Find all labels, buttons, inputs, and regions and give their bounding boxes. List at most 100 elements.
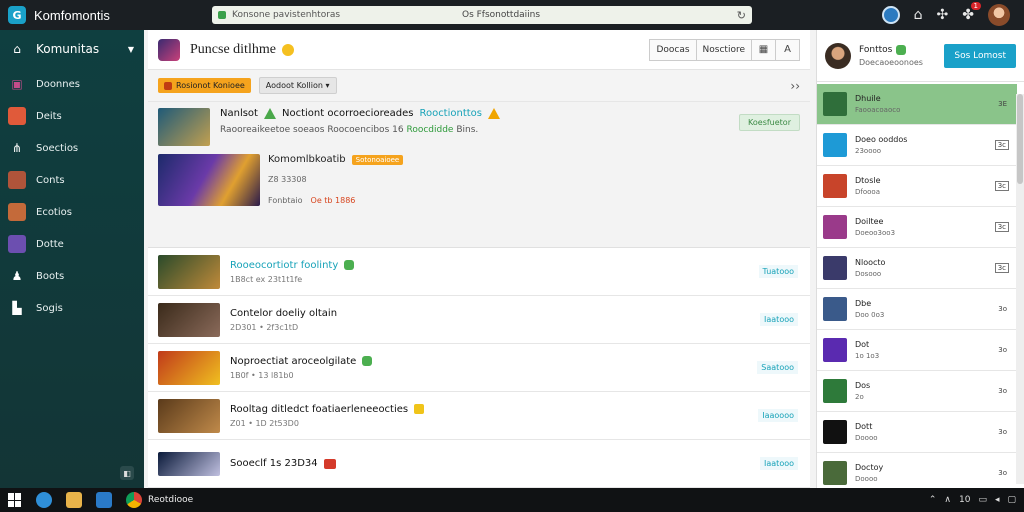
- friend-count[interactable]: 3o: [996, 428, 1009, 436]
- edge-icon[interactable]: [36, 492, 52, 508]
- grid-icon[interactable]: ▦: [752, 38, 776, 61]
- sidebar-item-label: Soectios: [36, 142, 79, 154]
- sidebar-item[interactable]: Deits: [0, 100, 144, 132]
- sidebar-item[interactable]: ▙ Sogis: [0, 292, 144, 324]
- scrollbar-thumb[interactable]: [1017, 94, 1023, 184]
- user-avatar[interactable]: [988, 4, 1010, 26]
- app-logo: G: [8, 6, 26, 24]
- featured-banner[interactable]: [158, 154, 260, 206]
- friend-status: Doooo: [855, 434, 878, 442]
- segment-button-1[interactable]: Doocas: [649, 38, 697, 61]
- expand-icon[interactable]: ››: [790, 79, 800, 93]
- post-title[interactable]: Rooltag ditledct foatiaerleneeocties: [230, 404, 408, 415]
- friend-count[interactable]: 3c: [994, 263, 1009, 273]
- start-icon[interactable]: [8, 493, 22, 507]
- sidebar-item[interactable]: Conts: [0, 164, 144, 196]
- profile-name[interactable]: Fonttos: [859, 45, 892, 55]
- featured-link[interactable]: Rooctionttos: [419, 108, 482, 119]
- post-thumbnail[interactable]: [158, 302, 220, 337]
- post-title[interactable]: Rooeocortiotr foolinty: [230, 260, 338, 271]
- collapse-icon[interactable]: ◧: [120, 466, 134, 480]
- network-icon[interactable]: ▭: [978, 495, 987, 505]
- friend-name: Doctoy: [855, 463, 884, 472]
- right-panel: Fonttos Doecaoeoonoes Sos Lomost Dhuile F…: [816, 30, 1024, 494]
- chevron-down-icon[interactable]: ▼: [128, 45, 134, 54]
- post-title[interactable]: Noproectiat aroceolgilate: [230, 356, 356, 367]
- friend-item[interactable]: Dbe Doo 0o3 3o: [817, 289, 1017, 330]
- friend-count[interactable]: 3E: [996, 100, 1009, 108]
- friend-item[interactable]: Dhuile Faooacoaoco 3E: [817, 84, 1017, 125]
- left-sidebar: ⌂ Komunitas ▼ ▣ Doonnes Deits ⋔ Soectios Cont…: [0, 30, 144, 488]
- store-icon[interactable]: [96, 492, 112, 508]
- featured-thumbnail[interactable]: [158, 108, 210, 146]
- sort-dropdown[interactable]: Aodoot Kollion ▾: [258, 77, 337, 94]
- post-tag[interactable]: Tuatooo: [758, 265, 798, 278]
- friends-icon[interactable]: ✤ 1: [962, 2, 981, 23]
- post-thumbnail[interactable]: [158, 254, 220, 289]
- friend-item[interactable]: Dot 1o 1o3 3o: [817, 330, 1017, 371]
- post-tag[interactable]: Iaaoooo: [758, 409, 798, 422]
- address-bar[interactable]: Konsone pavistenhtoras Os Ffsonottdaiins…: [212, 6, 752, 24]
- featured-desc-green[interactable]: Roocdidde: [406, 125, 453, 135]
- post-tag[interactable]: Iaatooo: [760, 457, 798, 470]
- puzzle-icon[interactable]: ✣: [937, 7, 949, 23]
- folder-icon[interactable]: [66, 492, 82, 508]
- post-row[interactable]: Rooeocortiotr foolinty 1B8ct ex 23t1t1fe T…: [148, 248, 810, 296]
- post-row[interactable]: Noproectiat aroceolgilate 1B0f • 13 l81b0…: [148, 344, 810, 392]
- featured-action-button[interactable]: Koesfuetor: [739, 114, 800, 131]
- volume-icon[interactable]: ◂: [995, 495, 1000, 505]
- friend-item[interactable]: Doiltee Doeoo3oo3 3c: [817, 207, 1017, 248]
- reload-icon[interactable]: ↻: [737, 9, 746, 22]
- friend-count[interactable]: 3o: [996, 346, 1009, 354]
- friend-count[interactable]: 3c: [994, 222, 1009, 232]
- game-avatar-icon: [8, 171, 26, 189]
- font-icon[interactable]: A: [776, 38, 800, 61]
- post-tag[interactable]: Saatooo: [757, 361, 798, 374]
- friend-item[interactable]: Dtosle Dfoooa 3c: [817, 166, 1017, 207]
- post-row[interactable]: Sooeclf 1s 23D34 Iaatooo: [148, 440, 810, 488]
- friend-item[interactable]: Nloocto Dosooo 3c: [817, 248, 1017, 289]
- sidebar-item[interactable]: Ecotios: [0, 196, 144, 228]
- chevron-up-icon[interactable]: ⌃: [929, 495, 937, 505]
- header-actions: Doocas Nosctiore ▦ A: [649, 38, 800, 61]
- post-row[interactable]: Rooltag ditledct foatiaerleneeocties Z01 …: [148, 392, 810, 440]
- friend-item[interactable]: Dos 2o 3o: [817, 371, 1017, 412]
- post-tag[interactable]: Iaatooo: [760, 313, 798, 326]
- taskbar-browser-label[interactable]: Reotdiooe: [148, 495, 193, 505]
- featured-title[interactable]: Nanlsot: [220, 108, 258, 119]
- sidebar-item[interactable]: ⋔ Soectios: [0, 132, 144, 164]
- friend-count[interactable]: 3o: [996, 387, 1009, 395]
- friend-item[interactable]: Doeo ooddos 23oooo 3c: [817, 125, 1017, 166]
- post-title[interactable]: Sooeclf 1s 23D34: [230, 458, 318, 469]
- post-thumbnail[interactable]: [158, 350, 220, 385]
- right-panel-button[interactable]: Sos Lomost: [944, 43, 1016, 68]
- sidebar-item[interactable]: Dotte: [0, 228, 144, 260]
- featured-post-title[interactable]: Komomlbkoatib: [268, 154, 346, 165]
- segment-button-2[interactable]: Nosctiore: [696, 38, 752, 61]
- app-title: Komfomontis: [34, 7, 110, 23]
- friend-item[interactable]: Dott Doooo 3o: [817, 412, 1017, 453]
- friend-count[interactable]: 3o: [996, 305, 1009, 313]
- post-thumbnail[interactable]: [158, 451, 220, 476]
- notification-center-icon[interactable]: ▢: [1007, 495, 1016, 505]
- scrollbar[interactable]: [1016, 94, 1024, 484]
- friend-count[interactable]: 3c: [994, 181, 1009, 191]
- friend-avatar: [823, 256, 847, 280]
- ime-icon[interactable]: ∧: [944, 495, 951, 505]
- sidebar-item-label: Ecotios: [36, 206, 72, 218]
- post-thumbnail[interactable]: [158, 398, 220, 433]
- home-icon[interactable]: ⌂: [914, 7, 923, 23]
- profile-avatar[interactable]: [825, 42, 851, 69]
- post-title[interactable]: Contelor doeliy oltain: [230, 308, 337, 319]
- friend-count[interactable]: 3c: [994, 140, 1009, 150]
- tray-time[interactable]: 10: [959, 495, 970, 505]
- friend-count[interactable]: 3o: [996, 469, 1009, 477]
- sidebar-item[interactable]: ♟ Boots: [0, 260, 144, 292]
- sidebar-item[interactable]: ▣ Doonnes: [0, 68, 144, 100]
- sidebar-header[interactable]: ⌂ Komunitas ▼: [0, 30, 144, 68]
- chrome-icon[interactable]: [126, 492, 142, 508]
- post-row[interactable]: Contelor doeliy oltain 2D301 • 2f3c1tD Iaa…: [148, 296, 810, 344]
- filter-pill[interactable]: Rosionot Konioee: [158, 78, 251, 93]
- featured-desc-tail: Bins.: [456, 125, 479, 135]
- globe-icon[interactable]: [881, 6, 900, 24]
